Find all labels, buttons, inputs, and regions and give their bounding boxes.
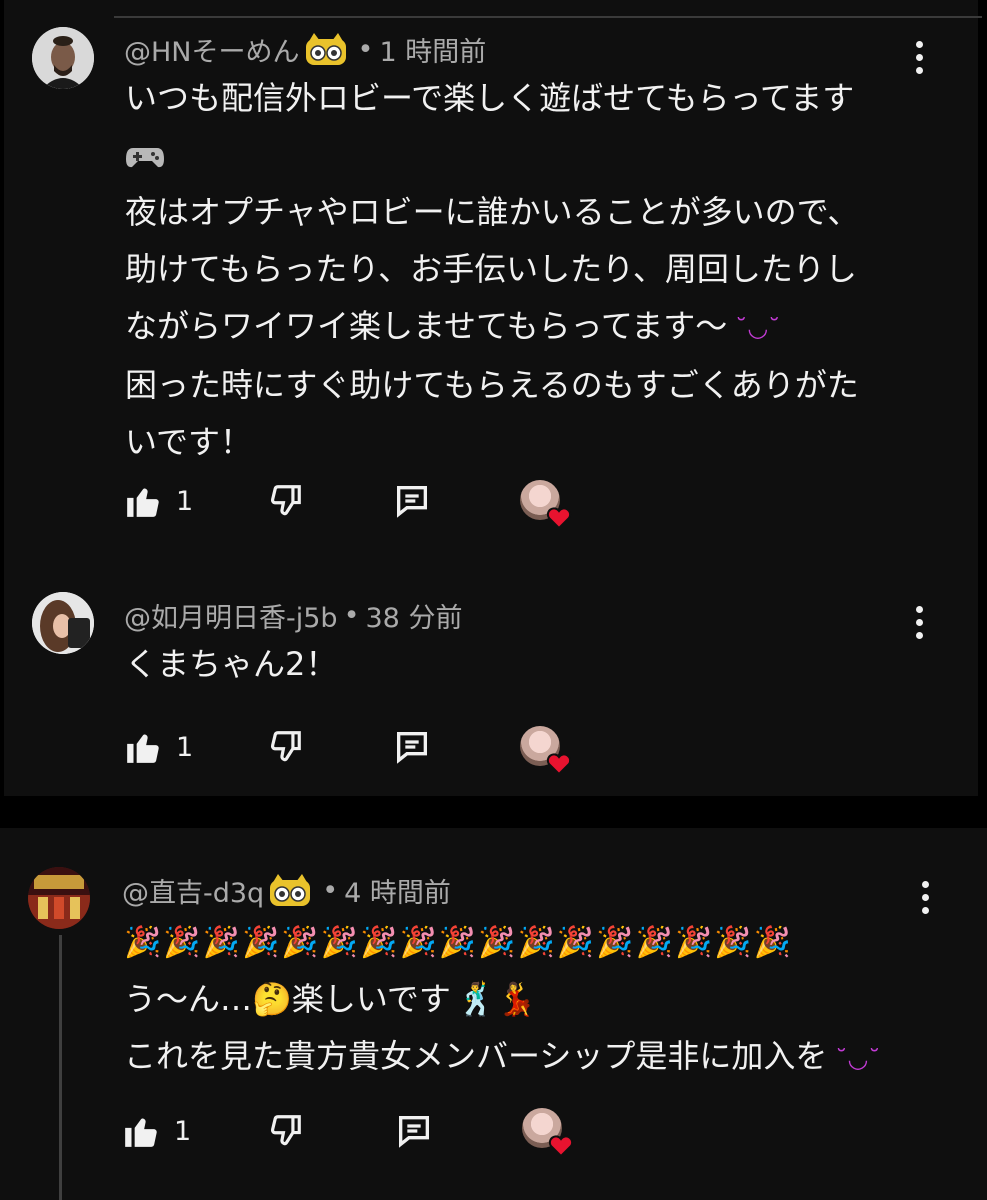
comment-header: @如月明日香-j5b • 38 分前 bbox=[124, 596, 462, 635]
reply-icon bbox=[399, 1116, 429, 1148]
comment-line-text: う〜ん… bbox=[124, 980, 253, 1018]
timestamp: 1 時間前 bbox=[379, 37, 487, 68]
comment-text: いつも配信外ロビーで楽しく遊ばせてもらってます 夜はオプチャやロビーに誰かいるこ… bbox=[125, 70, 859, 471]
avatar[interactable] bbox=[32, 27, 94, 89]
reply-button[interactable] bbox=[394, 1106, 434, 1156]
comment-line: 困った時にすぐ助けてもらえるのもすごくありがた bbox=[125, 365, 859, 404]
comment-header: @HNそーめん • 1 時間前 bbox=[124, 30, 486, 69]
like-count: 1 bbox=[176, 731, 194, 763]
reply-button[interactable] bbox=[392, 476, 432, 526]
dislike-button[interactable] bbox=[266, 1106, 304, 1156]
comment-line: 助けてもらったり、お手伝いしたり、周回したりし bbox=[125, 250, 857, 288]
separator-dot: • bbox=[322, 875, 339, 906]
separator-dot: • bbox=[357, 34, 374, 65]
member-badge-icon bbox=[305, 32, 346, 65]
thinking-face-icon: 🤔 bbox=[252, 980, 292, 1018]
timestamp: 4 時間前 bbox=[344, 878, 451, 909]
comment-line: 夜はオプチャやロビーに誰かいることが多いので、 bbox=[125, 193, 860, 231]
timestamp: 38 分前 bbox=[365, 603, 463, 634]
smiling-face-icon: ˘◡˘ bbox=[835, 1045, 881, 1073]
reply-button[interactable] bbox=[392, 722, 432, 772]
like-button[interactable]: 1 bbox=[122, 1106, 191, 1156]
creator-heart-avatar bbox=[522, 1108, 574, 1158]
comment-text: 🎉🎉🎉🎉🎉🎉🎉🎉🎉🎉🎉🎉🎉🎉🎉🎉🎉 う〜ん…🤔楽しいです 🕺💃 これを見た貴方貴女… bbox=[124, 914, 880, 1088]
author-name[interactable]: @如月明日香-j5b bbox=[124, 596, 338, 635]
comment-line: う〜ん…🤔楽しいです 🕺💃 bbox=[124, 971, 880, 1028]
like-count: 1 bbox=[174, 1115, 192, 1147]
party-popper-row: 🎉🎉🎉🎉🎉🎉🎉🎉🎉🎉🎉🎉🎉🎉🎉🎉🎉 bbox=[124, 925, 794, 960]
dislike-button[interactable] bbox=[266, 476, 304, 526]
heart-icon bbox=[546, 753, 572, 776]
thumbs-down-icon bbox=[270, 731, 301, 762]
thumbs-up-icon bbox=[125, 1118, 157, 1147]
game-controller-icon bbox=[125, 127, 859, 184]
creator-heart-avatar bbox=[520, 726, 572, 776]
thumbs-up-icon bbox=[127, 734, 159, 763]
dislike-button[interactable] bbox=[266, 722, 304, 772]
like-button[interactable]: 1 bbox=[124, 722, 193, 772]
like-button[interactable]: 1 bbox=[124, 476, 193, 526]
comment-actions: 1 bbox=[122, 1106, 582, 1158]
divider bbox=[114, 16, 982, 18]
reply-icon bbox=[397, 732, 427, 764]
more-options-icon[interactable] bbox=[909, 603, 929, 643]
heart-icon bbox=[548, 1135, 574, 1158]
heart-icon bbox=[546, 507, 572, 530]
comment-line-text: 楽しいです bbox=[291, 980, 451, 1018]
avatar[interactable] bbox=[28, 867, 90, 929]
author-name[interactable]: @直吉-d3q bbox=[122, 871, 264, 910]
more-options-icon[interactable] bbox=[915, 878, 935, 918]
comment-line: いです！ bbox=[125, 422, 253, 461]
member-badge-icon bbox=[270, 873, 311, 906]
comment-line-text: これを見た貴方貴女メンバーシップ是非に加入を bbox=[124, 1037, 828, 1075]
comment-line: これを見た貴方貴女メンバーシップ是非に加入を ˘◡˘ bbox=[124, 1028, 880, 1088]
thumbs-up-icon bbox=[127, 488, 159, 517]
author-name[interactable]: @HNそーめん bbox=[124, 30, 300, 69]
more-options-icon[interactable] bbox=[909, 38, 929, 78]
smiling-face-icon: ˘◡˘ bbox=[735, 313, 781, 342]
comment-line: いつも配信外ロビーで楽しく遊ばせてもらってます bbox=[125, 79, 855, 117]
comment-actions: 1 bbox=[124, 722, 584, 776]
reply-icon bbox=[397, 486, 427, 518]
comment-text: くまちゃん2！ bbox=[125, 636, 337, 693]
dancer-icon: 🕺💃 bbox=[456, 980, 537, 1018]
comment-line: ながらワイワイ楽しませてもらってます〜 ˘◡˘ bbox=[125, 298, 859, 357]
avatar[interactable] bbox=[32, 592, 94, 654]
comment-header: @直吉-d3q • 4 時間前 bbox=[122, 871, 451, 910]
thread-line bbox=[59, 935, 62, 1200]
thumbs-down-icon bbox=[270, 1115, 301, 1146]
comment-line: くまちゃん2！ bbox=[125, 645, 338, 683]
creator-heart-avatar bbox=[520, 480, 572, 530]
comment-line-text: ながらワイワイ楽しませてもらってます〜 bbox=[125, 307, 728, 345]
comment-actions: 1 bbox=[124, 476, 584, 530]
thumbs-down-icon bbox=[270, 485, 301, 516]
like-count: 1 bbox=[176, 485, 194, 517]
separator-dot: • bbox=[343, 600, 360, 631]
